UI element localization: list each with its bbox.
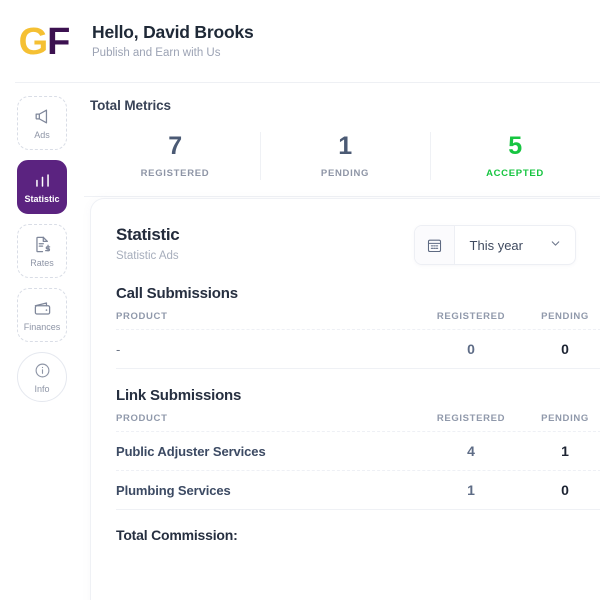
metrics-title: Total Metrics — [90, 98, 171, 113]
statistic-card: Statistic Statistic Ads This year Call S… — [90, 198, 600, 600]
section-title: Call Submissions — [116, 285, 238, 302]
logo-letter-f: F — [47, 20, 70, 63]
column-header-registered: REGISTERED — [436, 413, 506, 424]
sidebar-item-finances[interactable]: Finances — [17, 288, 67, 342]
sidebar-item-ads[interactable]: Ads — [17, 96, 67, 150]
metric-registered: 7 REGISTERED — [90, 126, 260, 186]
page-subtitle: Statistic Ads — [116, 250, 179, 263]
call-submissions-table: PRODUCT REGISTERED PENDING - 0 0 — [116, 302, 600, 369]
column-header-pending: PENDING — [541, 311, 589, 322]
metrics-row: 7 REGISTERED 1 PENDING 5 ACCEPTED — [90, 126, 600, 186]
app-logo: GF — [14, 23, 74, 61]
megaphone-icon — [33, 107, 52, 126]
metric-value: 1 — [338, 131, 352, 160]
period-select-value-wrap: This year — [455, 226, 575, 264]
table-row: Public Adjuster Services 4 1 — [116, 432, 600, 471]
metric-value: 7 — [168, 131, 182, 160]
column-header-pending: PENDING — [541, 413, 589, 424]
table-row: - 0 0 — [116, 330, 600, 369]
cell-registered: 4 — [467, 443, 475, 459]
call-submissions-section: Call Submissions PRODUCT REGISTERED PEND… — [91, 285, 600, 369]
sidebar-item-label: Statistic — [24, 193, 60, 204]
cell-registered: 1 — [467, 482, 475, 498]
link-submissions-table: PRODUCT REGISTERED PENDING Public Adjust… — [116, 404, 600, 510]
sidebar-item-label: Ads — [34, 129, 50, 140]
cell-product: Public Adjuster Services — [116, 443, 266, 459]
metric-pending: 1 PENDING — [260, 126, 430, 186]
wallet-icon — [33, 299, 52, 318]
total-commission-label: Total Commission: — [116, 527, 238, 543]
cell-pending: 0 — [561, 482, 569, 498]
period-select-value: This year — [469, 237, 523, 253]
statistic-card-header: Statistic Statistic Ads This year — [91, 199, 600, 265]
info-circle-icon — [34, 361, 51, 380]
sidebar-item-info[interactable]: Info — [17, 352, 67, 402]
cell-product: - — [116, 341, 121, 357]
card-title-block: Statistic Statistic Ads — [116, 225, 180, 264]
sidebar-item-label: Info — [34, 383, 50, 394]
metric-accepted: 5 ACCEPTED — [430, 126, 600, 186]
cell-product: Plumbing Services — [116, 482, 231, 498]
period-select[interactable]: This year — [413, 225, 576, 265]
bar-chart-icon — [33, 171, 52, 190]
column-header-registered: REGISTERED — [436, 311, 506, 322]
table-header-row: PRODUCT REGISTERED PENDING — [116, 404, 600, 432]
cell-registered: 0 — [467, 341, 475, 357]
section-title: Link Submissions — [116, 387, 242, 404]
page-title: Statistic — [116, 225, 180, 244]
cell-pending: 1 — [561, 443, 569, 459]
cell-pending: 0 — [561, 341, 569, 357]
sidebar-nav: Ads Statistic Rates Finances Info — [0, 96, 84, 402]
sidebar-item-rates[interactable]: Rates — [17, 224, 67, 278]
metric-label: ACCEPTED — [486, 167, 544, 179]
metric-label: REGISTERED — [140, 167, 210, 179]
sidebar-item-label: Finances — [23, 321, 61, 332]
total-metrics-section: Total Metrics 7 REGISTERED 1 PENDING 5 A… — [90, 98, 600, 186]
table-header-row: PRODUCT REGISTERED PENDING — [116, 302, 600, 330]
column-header-product: PRODUCT — [116, 311, 168, 322]
app-root: GF Hello, David Brooks Publish and Earn … — [0, 0, 600, 600]
document-dollar-icon — [33, 235, 52, 254]
sidebar-item-statistic[interactable]: Statistic — [17, 160, 67, 214]
calendar-icon — [414, 226, 455, 264]
metrics-bottom-divider — [84, 196, 600, 197]
metric-label: PENDING — [320, 167, 370, 179]
sidebar-item-label: Rates — [30, 257, 54, 268]
main-content: Total Metrics 7 REGISTERED 1 PENDING 5 A… — [84, 0, 600, 600]
chevron-down-icon — [549, 237, 562, 253]
link-submissions-section: Link Submissions PRODUCT REGISTERED PEND… — [91, 387, 600, 543]
metric-value: 5 — [508, 131, 522, 160]
table-row: Plumbing Services 1 0 — [116, 471, 600, 510]
column-header-product: PRODUCT — [116, 413, 168, 424]
logo-letter-g: G — [18, 20, 49, 63]
